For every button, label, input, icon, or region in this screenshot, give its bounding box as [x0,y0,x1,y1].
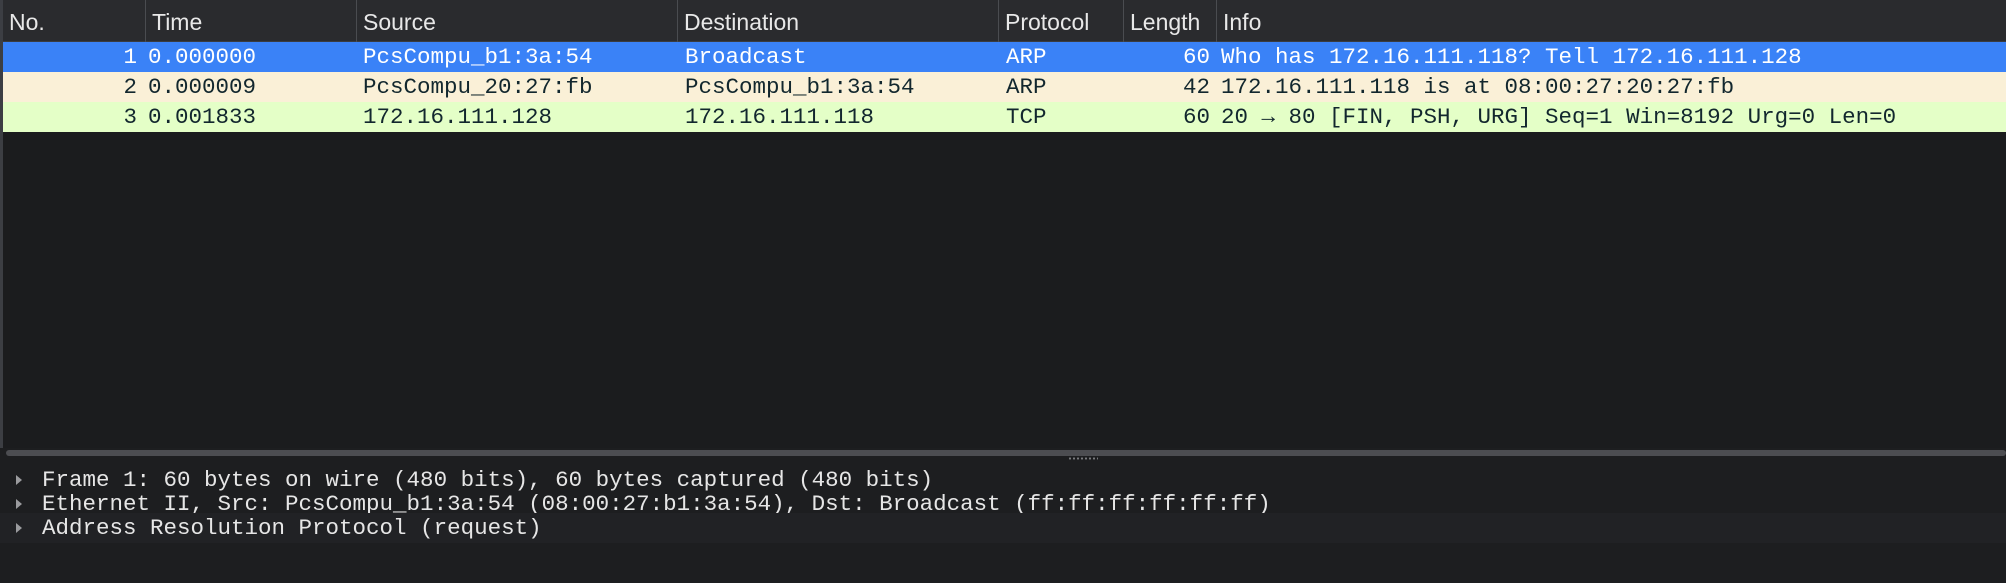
packet-time: 0.001833 [148,104,257,130]
packet-time: 0.000000 [148,44,257,70]
packet-row-2[interactable]: 2 0.000009 PcsCompu_20:27:fb PcsCompu_b1… [3,72,2006,102]
packet-source: PcsCompu_b1:3a:54 [363,44,593,70]
tree-item-label: Address Resolution Protocol (request) [42,515,542,541]
expand-triangle-icon[interactable] [16,475,22,485]
splitter-grip-icon[interactable] [1068,457,1098,460]
packet-destination: 172.16.111.118 [685,104,875,130]
packet-no: 3 [123,104,137,130]
packet-time: 0.000009 [148,74,257,100]
packet-destination: Broadcast [685,44,807,70]
packet-details-pane[interactable]: Frame 1: 60 bytes on wire (480 bits), 60… [0,462,2006,583]
packet-length: 42 [1182,74,1210,100]
packet-info: 172.16.111.118 is at 08:00:27:20:27:fb [1221,74,1735,100]
packet-protocol: ARP [1006,44,1047,70]
packet-source: PcsCompu_20:27:fb [363,74,593,100]
packet-protocol: ARP [1006,74,1047,100]
packet-length: 60 [1182,104,1210,130]
packet-list-header: No. Time Source Destination Protocol Len… [3,0,2006,42]
column-header-no[interactable]: No. [3,0,146,42]
column-header-length[interactable]: Length [1124,0,1217,42]
packet-protocol: TCP [1006,104,1047,130]
tree-item-arp[interactable]: Address Resolution Protocol (request) [0,513,2006,543]
column-header-time[interactable]: Time [146,0,357,42]
packet-no: 2 [123,74,137,100]
packet-list-pane[interactable]: No. Time Source Destination Protocol Len… [0,0,2006,448]
packet-info: Who has 172.16.111.118? Tell 172.16.111.… [1221,44,1802,70]
column-header-protocol[interactable]: Protocol [999,0,1124,42]
column-header-destination[interactable]: Destination [678,0,999,42]
column-header-source[interactable]: Source [357,0,678,42]
expand-triangle-icon[interactable] [16,523,22,533]
packet-source: 172.16.111.128 [363,104,553,130]
packet-destination: PcsCompu_b1:3a:54 [685,74,915,100]
packet-row-3[interactable]: 3 0.001833 172.16.111.128 172.16.111.118… [3,102,2006,132]
packet-row-1[interactable]: 1 0.000000 PcsCompu_b1:3a:54 Broadcast A… [3,42,2006,72]
packet-length: 60 [1182,44,1210,70]
packet-info: 20 → 80 [FIN, PSH, URG] Seq=1 Win=8192 U… [1221,104,1897,130]
column-header-info[interactable]: Info [1217,0,2006,42]
horizontal-scrollbar[interactable] [6,450,2006,456]
expand-triangle-icon[interactable] [16,499,22,509]
pane-splitter[interactable] [0,448,2006,462]
packet-no: 1 [123,44,137,70]
